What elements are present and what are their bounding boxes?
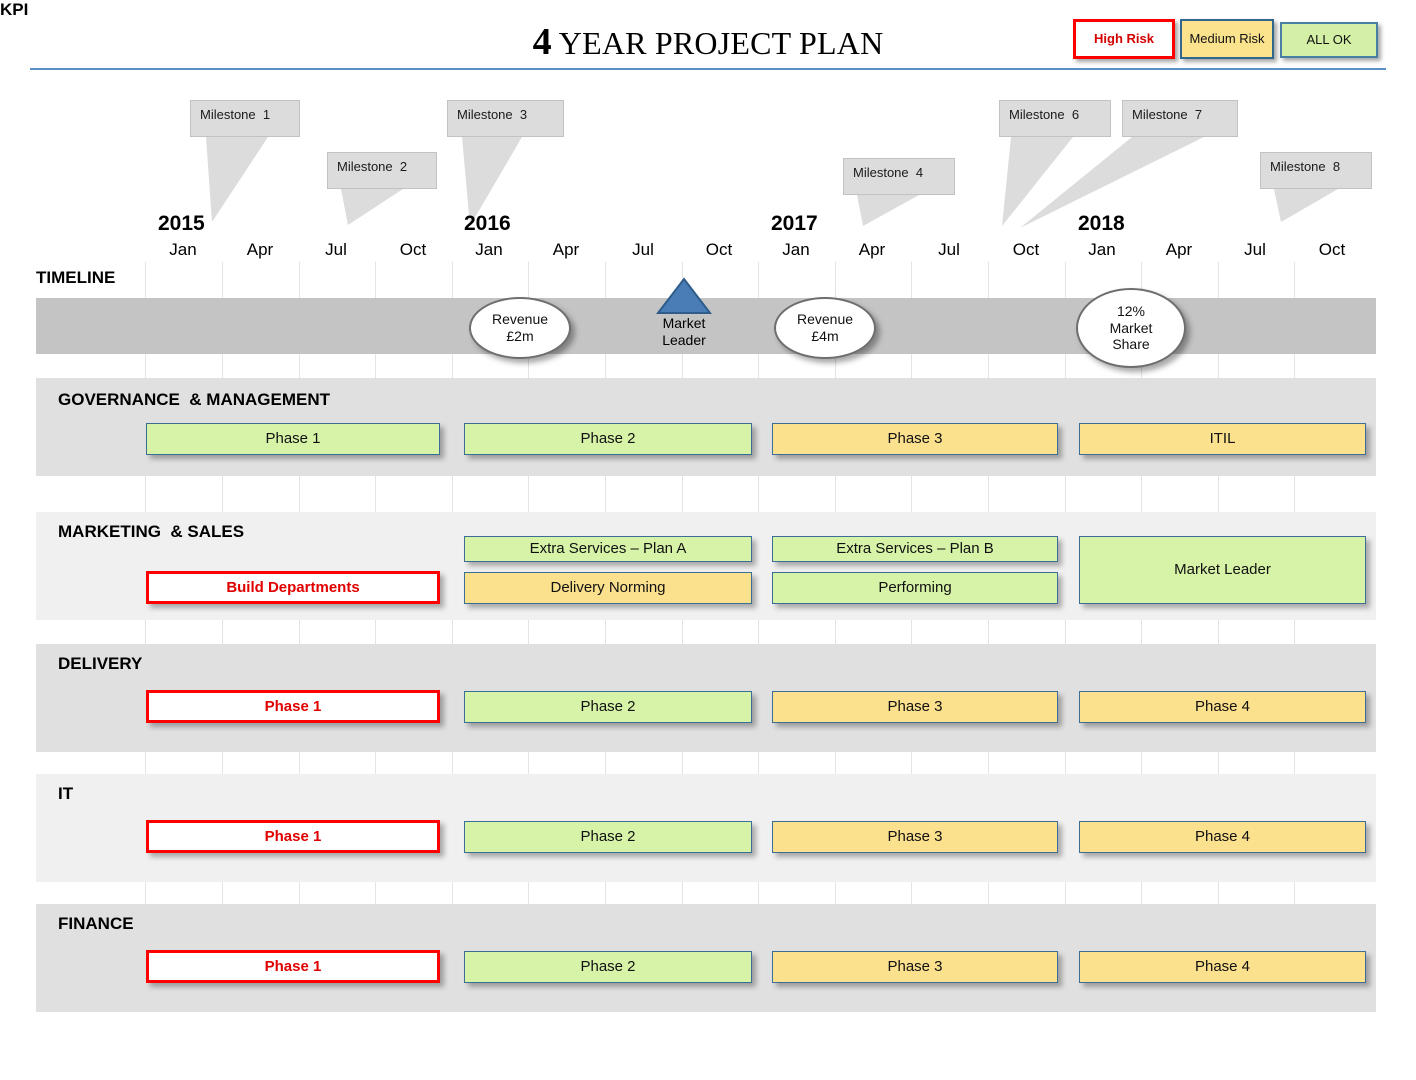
- task-bar-it-3[interactable]: Phase 4: [1079, 821, 1366, 853]
- swimlane-delivery: DELIVERY Phase 1 Phase 2 Phase 3 Phase 4: [36, 644, 1376, 752]
- task-bar-finance-2[interactable]: Phase 3: [772, 951, 1058, 983]
- task-bar-governance-0[interactable]: Phase 1: [146, 423, 440, 455]
- month-label-12: Jan: [1088, 240, 1116, 259]
- task-bar-it-2[interactable]: Phase 3: [772, 821, 1058, 853]
- month-label-8: Jan: [782, 240, 810, 259]
- task-bar-finance-3[interactable]: Phase 4: [1079, 951, 1366, 983]
- swimlane-it: IT Phase 1 Phase 2 Phase 3 Phase 4: [36, 774, 1376, 882]
- kpi-marker-3[interactable]: 12% Market Share: [1076, 288, 1186, 368]
- swimlane-governance: GOVERNANCE & MANAGEMENT Phase 1 Phase 2 Pha…: [36, 378, 1376, 476]
- kpi-marker-label: Market Leader: [662, 315, 706, 348]
- month-label-9: Apr: [858, 240, 886, 259]
- month-label-1: Apr: [246, 240, 274, 259]
- swimlane-title-delivery: DELIVERY: [58, 654, 143, 673]
- swimlane-title-it: IT: [58, 784, 74, 803]
- swimlane-title-marketing: MARKETING & SALES: [58, 522, 245, 541]
- task-bar-delivery-3[interactable]: Phase 4: [1079, 691, 1366, 723]
- task-bar-marketing-3[interactable]: Build Departments: [146, 571, 440, 604]
- task-bar-marketing-0[interactable]: Extra Services – Plan A: [464, 536, 752, 562]
- task-bar-finance-0[interactable]: Phase 1: [146, 950, 440, 983]
- month-label-14: Jul: [1244, 240, 1266, 259]
- month-label-13: Apr: [1165, 240, 1193, 259]
- task-bar-governance-3[interactable]: ITIL: [1079, 423, 1366, 455]
- task-bar-delivery-0[interactable]: Phase 1: [146, 690, 440, 723]
- month-label-2: Jul: [325, 240, 347, 259]
- triangle-icon: [655, 277, 713, 314]
- month-label-5: Apr: [552, 240, 580, 259]
- swimlane-title-governance: GOVERNANCE & MANAGEMENT: [58, 390, 331, 409]
- month-label-3: Oct: [399, 240, 427, 259]
- task-bar-marketing-5[interactable]: Performing: [772, 572, 1058, 604]
- task-bar-finance-1[interactable]: Phase 2: [464, 951, 752, 983]
- kpi-marker-1[interactable]: Market Leader: [652, 277, 716, 348]
- task-bar-marketing-4[interactable]: Delivery Norming: [464, 572, 752, 604]
- swimlane-marketing: MARKETING & SALES Extra Services – Plan A…: [36, 512, 1376, 620]
- kpi-marker-0[interactable]: Revenue £2m: [469, 297, 571, 359]
- task-bar-marketing-1[interactable]: Extra Services – Plan B: [772, 536, 1058, 562]
- month-label-0: Jan: [169, 240, 197, 259]
- month-label-15: Oct: [1318, 240, 1346, 259]
- task-bar-governance-1[interactable]: Phase 2: [464, 423, 752, 455]
- year-label-2017: 2017: [771, 212, 818, 235]
- year-label-2018: 2018: [1078, 212, 1125, 235]
- task-bar-it-1[interactable]: Phase 2: [464, 821, 752, 853]
- month-label-11: Oct: [1012, 240, 1040, 259]
- kpi-marker-2[interactable]: Revenue £4m: [774, 297, 876, 359]
- month-label-10: Jul: [938, 240, 960, 259]
- task-bar-delivery-2[interactable]: Phase 3: [772, 691, 1058, 723]
- month-label-7: Oct: [705, 240, 733, 259]
- task-bar-marketing-2[interactable]: Market Leader: [1079, 536, 1366, 604]
- year-label-2016: 2016: [464, 212, 511, 235]
- month-label-6: Jul: [632, 240, 654, 259]
- month-label-4: Jan: [475, 240, 503, 259]
- swimlane-finance: FINANCE Phase 1 Phase 2 Phase 3 Phase 4: [36, 904, 1376, 1012]
- task-bar-delivery-1[interactable]: Phase 2: [464, 691, 752, 723]
- task-bar-governance-2[interactable]: Phase 3: [772, 423, 1058, 455]
- year-label-2015: 2015: [158, 212, 205, 235]
- task-bar-it-0[interactable]: Phase 1: [146, 820, 440, 853]
- timeline-section-label: TIMELINE: [36, 268, 116, 287]
- swimlane-title-finance: FINANCE: [58, 914, 134, 933]
